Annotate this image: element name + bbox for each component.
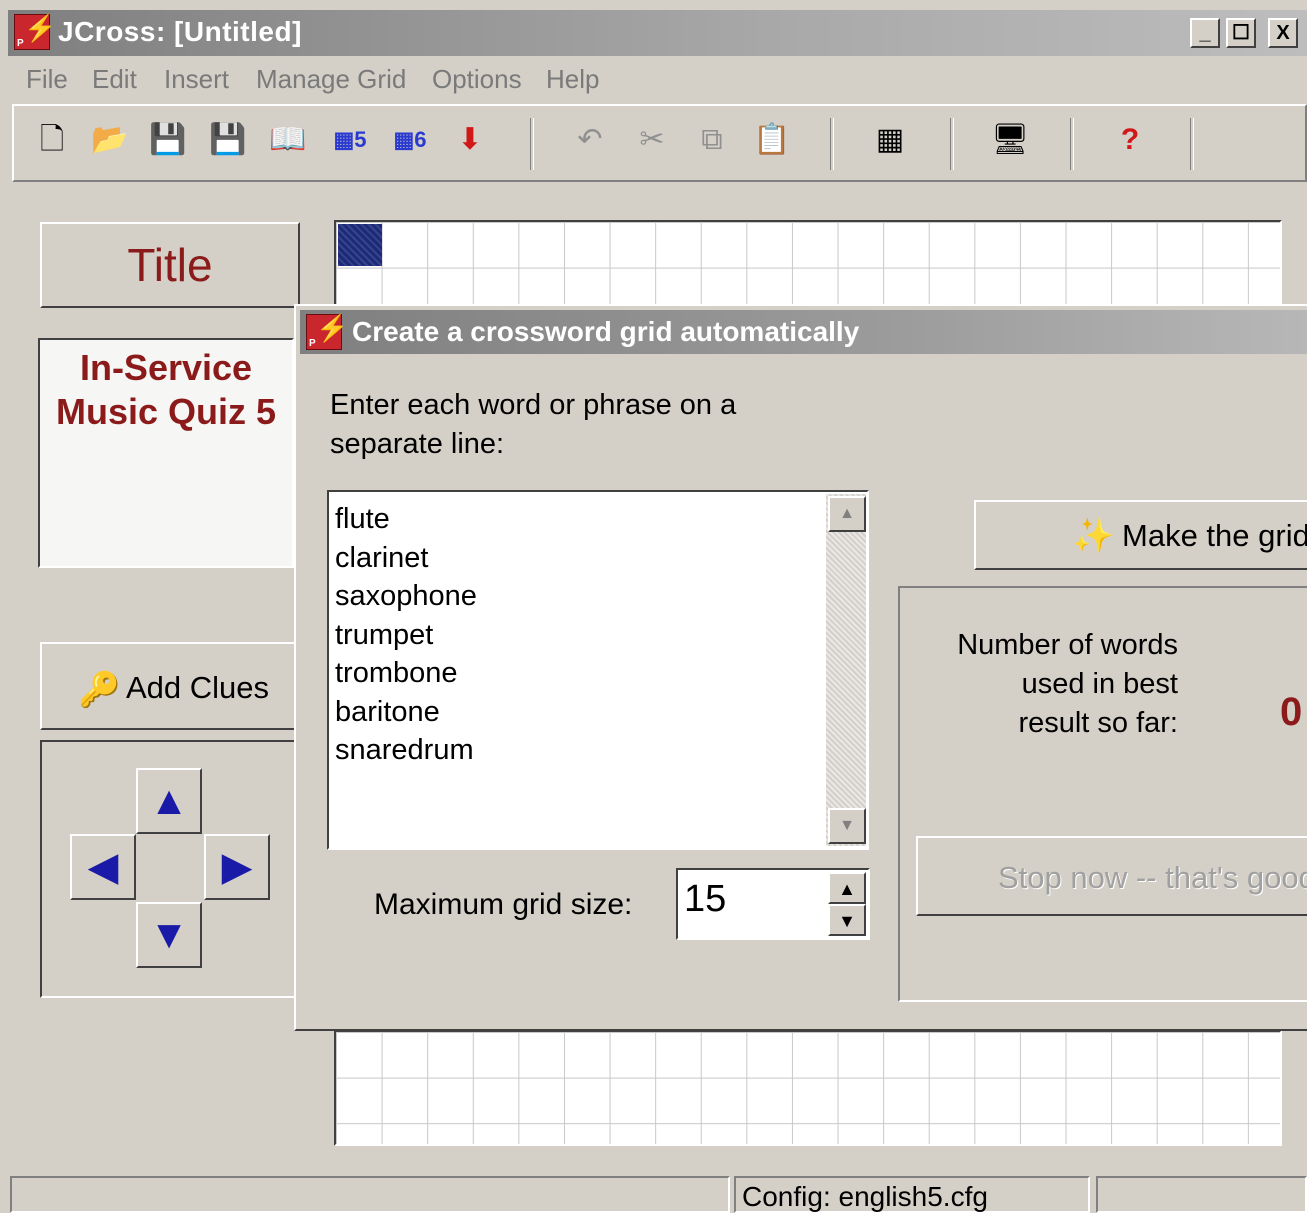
auto-grid-icon[interactable]: ▦ [868,118,912,162]
app-icon: ⚡ P [14,13,56,50]
undo-icon[interactable]: ↶ [568,118,612,162]
save-as-icon[interactable]: 💾 [206,118,250,162]
title-button[interactable]: Title [40,222,300,308]
add-clues-button[interactable]: 🔑 Add Clues [40,642,296,730]
key-icon: 🔑 [78,671,121,709]
screen-icon[interactable]: 🖥 [988,118,1032,162]
maximize-button[interactable]: ☐ [1226,18,1256,48]
menu-options[interactable]: Options [432,64,522,95]
magic-wand-icon: ✨ [1072,517,1115,555]
minimize-button[interactable]: _ [1190,18,1220,48]
dialog-app-icon: ⚡ P [306,313,348,350]
copy-icon[interactable]: ⧉ [690,118,734,162]
toolbar-separator [830,118,834,170]
window-title: JCross: [Untitled] [58,16,302,47]
arrow-left-button[interactable]: ◀ [70,834,136,900]
hotpot5-web-icon[interactable]: ▦5 [328,118,372,162]
quiz-title-box[interactable]: In-Service Music Quiz 5 [38,338,294,568]
toolbar-separator [950,118,954,170]
quiz-title: In-Service Music Quiz 5 [55,347,277,432]
word-line: trombone [335,657,458,689]
book-icon[interactable]: 📖 [266,118,310,162]
word-list-scrollbar[interactable] [826,494,866,846]
make-grid-label: Make the grid [1122,518,1307,553]
spin-up-button[interactable]: ▲ [828,872,866,904]
arrow-down-button[interactable]: ▼ [136,902,202,968]
close-button[interactable]: X [1268,18,1298,48]
new-file-icon[interactable]: 🗋 [30,118,74,162]
word-line: clarinet [335,541,429,574]
arrow-right-button[interactable]: ▶ [204,834,270,900]
dialog-title: Create a crossword grid automatically [352,316,860,347]
word-line: baritone [335,695,440,728]
toolbar-separator [1070,118,1074,170]
arrow-up-button[interactable]: ▲ [136,768,202,834]
config-status-text: Config: english5.cfg [742,1181,988,1212]
menu-edit[interactable]: Edit [92,64,137,95]
word-line: saxophone [335,580,477,612]
word-line: trumpet [335,618,434,651]
word-line: snaredrum [335,734,474,766]
crossword-grid-lower[interactable] [334,1030,1282,1146]
status-pane-config: Config: english5.cfg [734,1176,1090,1213]
result-label: Number of words used in best result so f… [957,629,1178,739]
make-grid-button[interactable]: ✨ Make the grid [974,500,1307,570]
spin-down-button[interactable]: ▼ [828,904,866,936]
status-pane-main [10,1176,730,1213]
open-folder-icon[interactable]: 📂 [88,118,132,162]
word-list-textarea[interactable]: flute clarinet saxophone trumpet trombon… [327,490,869,850]
max-grid-size-value[interactable]: 15 [684,878,726,921]
scroll-up-button[interactable]: ▲ [828,496,866,532]
add-clues-label: Add Clues [126,670,270,705]
instructions-text: Enter each word or phrase on a separate … [330,389,737,460]
selected-grid-cell[interactable] [338,224,382,266]
save-icon[interactable]: 💾 [146,118,190,162]
menu-insert[interactable]: Insert [164,64,229,95]
toolbar-separator [530,118,534,170]
stop-now-label: Stop now -- that's good [998,860,1307,895]
scroll-down-button[interactable]: ▼ [828,808,866,844]
title-button-label: Title [127,239,213,291]
max-grid-size-label: Maximum grid size: [374,888,633,921]
crossword-grid[interactable] [334,220,1282,310]
word-line: flute [335,503,390,535]
cut-icon[interactable]: ✂ [630,118,674,162]
paste-icon[interactable]: 📋 [750,118,794,162]
hotpot6-web-icon[interactable]: ▦6 [388,118,432,162]
result-value: 0 [1280,690,1303,734]
menu-help[interactable]: Help [546,64,599,95]
menu-manage-grid[interactable]: Manage Grid [256,64,406,95]
menu-file[interactable]: File [26,64,68,95]
export-down-icon[interactable]: ⬇ [448,118,492,162]
stop-now-button[interactable]: Stop now -- that's good [916,836,1307,916]
status-pane-extra [1096,1176,1307,1213]
help-icon[interactable]: ? [1108,118,1152,162]
toolbar-separator [1190,118,1194,170]
